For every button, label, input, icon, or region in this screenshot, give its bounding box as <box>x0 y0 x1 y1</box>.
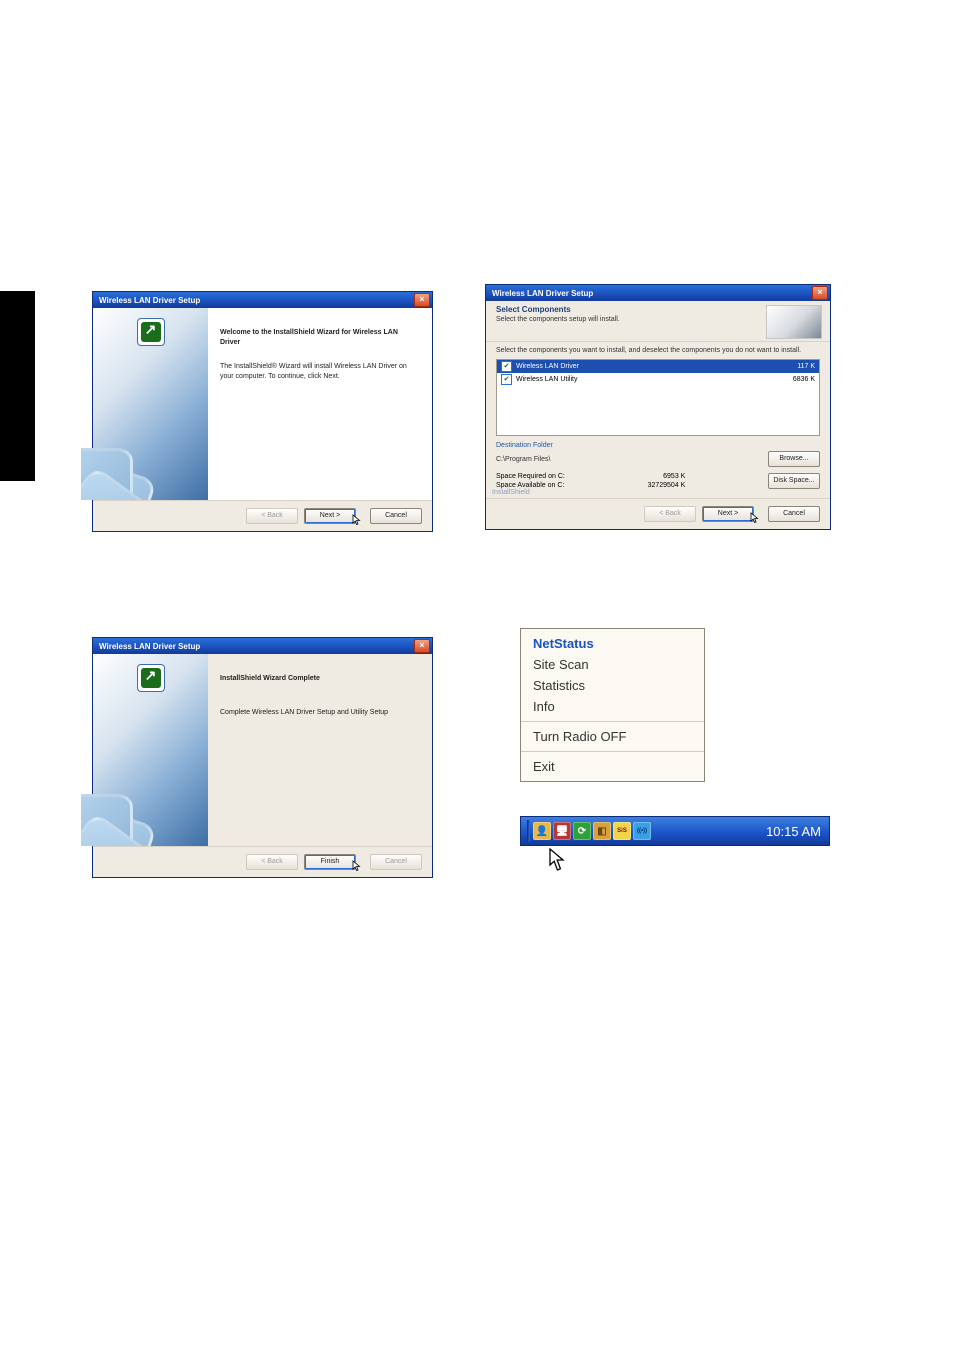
components-description: Select the components you want to instal… <box>486 341 830 359</box>
installshield-logo-icon <box>137 664 165 692</box>
component-item[interactable]: Wireless LAN Utility 6836 K <box>497 373 819 386</box>
browse-button[interactable]: Browse... <box>768 451 820 467</box>
menu-item-netstatus[interactable]: NetStatus <box>521 633 704 654</box>
cancel-button: Cancel <box>370 854 422 870</box>
side-tab <box>0 291 35 481</box>
finish-button[interactable]: Finish <box>304 854 356 870</box>
wizard-content: Welcome to the InstallShield Wizard for … <box>208 308 432 500</box>
component-name: Wireless LAN Utility <box>516 376 577 383</box>
destination-folder-label: Destination Folder <box>496 442 820 449</box>
menu-item-info[interactable]: Info <box>521 696 704 717</box>
next-button[interactable]: Next > <box>702 506 754 522</box>
wizard-content: InstallShield Wizard Complete Complete W… <box>208 654 432 846</box>
checkbox-icon[interactable] <box>501 374 512 385</box>
title-bar[interactable]: Wireless LAN Driver Setup × <box>485 284 831 301</box>
wizard-heading: InstallShield Wizard Complete <box>220 674 420 684</box>
wizard-body: The InstallShield® Wizard will install W… <box>220 362 420 382</box>
component-size: 6836 K <box>793 376 815 383</box>
next-button[interactable]: Next > <box>304 508 356 524</box>
back-button: < Back <box>246 508 298 524</box>
user-icon[interactable]: 👤 <box>533 822 551 840</box>
menu-item-statistics[interactable]: Statistics <box>521 675 704 696</box>
component-listbox[interactable]: Wireless LAN Driver 117 K Wireless LAN U… <box>496 359 820 436</box>
space-required-value: 6953 K <box>648 473 686 480</box>
tray-context-menu: NetStatus Site Scan Statistics Info Turn… <box>520 628 705 782</box>
wizard-heading: Welcome to the InstallShield Wizard for … <box>220 328 420 348</box>
space-available-label: Space Available on C: <box>496 482 565 489</box>
cursor-icon <box>750 512 762 524</box>
installshield-logo-icon <box>137 318 165 346</box>
card-icon[interactable]: ◧ <box>593 822 611 840</box>
space-required-label: Space Required on C: <box>496 473 565 480</box>
sis-icon[interactable]: SiS <box>613 822 631 840</box>
wizard-body: Complete Wireless LAN Driver Setup and U… <box>220 708 420 718</box>
close-icon[interactable]: × <box>414 293 430 307</box>
display-icon[interactable]: 🖥 <box>553 822 571 840</box>
menu-separator <box>521 751 704 752</box>
window-title: Wireless LAN Driver Setup <box>99 296 200 305</box>
component-item[interactable]: Wireless LAN Driver 117 K <box>497 360 819 373</box>
cursor-icon <box>548 847 570 873</box>
back-button: < Back <box>246 854 298 870</box>
components-heading: Select Components <box>496 305 620 314</box>
close-icon[interactable]: × <box>812 286 828 300</box>
checkbox-icon[interactable] <box>501 361 512 372</box>
disk-space-button[interactable]: Disk Space... <box>768 473 820 489</box>
header-graphic <box>766 305 822 339</box>
wizard-sidebar-image <box>93 654 208 846</box>
cursor-icon <box>352 860 364 872</box>
installer-complete-dialog: Wireless LAN Driver Setup × InstallShiel… <box>92 637 433 877</box>
title-bar[interactable]: Wireless LAN Driver Setup × <box>92 637 433 654</box>
window-title: Wireless LAN Driver Setup <box>99 642 200 651</box>
component-size: 117 K <box>797 363 815 370</box>
destination-path: C:\Program Files\ <box>496 456 550 463</box>
space-available-value: 32729504 K <box>648 482 686 489</box>
menu-item-exit[interactable]: Exit <box>521 756 704 777</box>
installer-components-dialog: Wireless LAN Driver Setup × Select Compo… <box>485 284 831 530</box>
installer-welcome-dialog: Wireless LAN Driver Setup × Welcome to t… <box>92 291 433 530</box>
window-title: Wireless LAN Driver Setup <box>492 289 593 298</box>
title-bar[interactable]: Wireless LAN Driver Setup × <box>92 291 433 308</box>
clock: 10:15 AM <box>766 824 821 839</box>
wizard-sidebar-image <box>93 308 208 500</box>
menu-item-sitescan[interactable]: Site Scan <box>521 654 704 675</box>
cancel-button[interactable]: Cancel <box>370 508 422 524</box>
menu-item-turn-radio-off[interactable]: Turn Radio OFF <box>521 726 704 747</box>
installshield-brand: InstallShield <box>486 489 830 498</box>
refresh-icon[interactable]: ⟳ <box>573 822 591 840</box>
close-icon[interactable]: × <box>414 639 430 653</box>
back-button: < Back <box>644 506 696 522</box>
cancel-button[interactable]: Cancel <box>768 506 820 522</box>
tray-divider <box>527 820 530 842</box>
menu-separator <box>521 721 704 722</box>
component-name: Wireless LAN Driver <box>516 363 579 370</box>
components-subheading: Select the components setup will install… <box>496 316 620 323</box>
taskbar-tray: 👤🖥⟳◧SiS((•)) 10:15 AM <box>520 816 830 846</box>
wireless-icon[interactable]: ((•)) <box>633 822 651 840</box>
cursor-icon <box>352 514 364 526</box>
